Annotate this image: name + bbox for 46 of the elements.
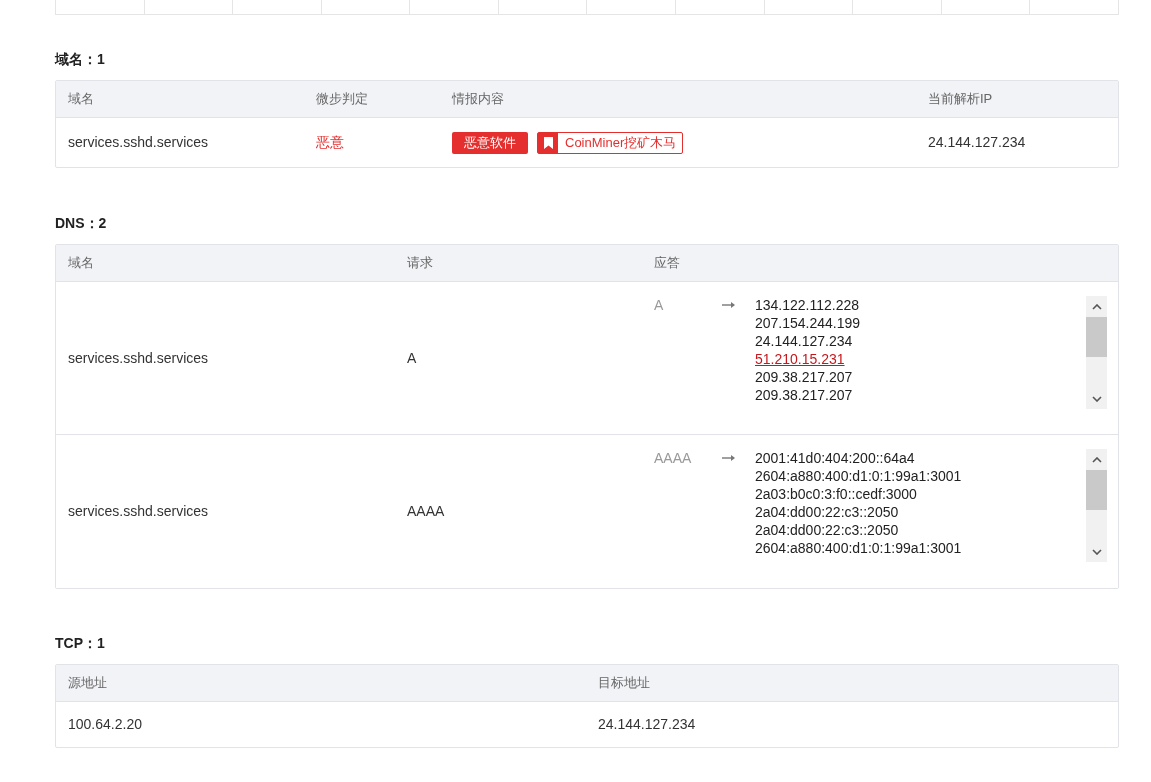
table-cell-text: services.sshd.services bbox=[68, 502, 210, 521]
table-cell-text: A bbox=[407, 348, 418, 368]
ip-text: 24.144.127.234 bbox=[755, 332, 853, 350]
record-type: AAAA bbox=[654, 449, 693, 468]
chevron-up-icon[interactable] bbox=[1091, 456, 1102, 463]
verdict-text: 恶意 bbox=[316, 133, 344, 152]
ip-text: 209.38.217.207 bbox=[755, 386, 853, 404]
table-cell-text: AAAA bbox=[407, 502, 446, 521]
column-header: 应答 bbox=[654, 254, 681, 273]
ip-text: 134.122.112.228 bbox=[755, 296, 860, 314]
ip-text: 2a04:dd00:22:c3::2050 bbox=[755, 503, 899, 521]
tag: 恶意软件 bbox=[452, 131, 528, 154]
arrow-icon bbox=[722, 301, 736, 309]
section-heading: DNS：2 bbox=[55, 214, 108, 232]
record-type: A bbox=[654, 296, 665, 315]
tag: CoinMiner挖矿木马 bbox=[537, 131, 684, 154]
arrow-icon bbox=[722, 454, 736, 462]
table-cell-text: 100.64.2.20 bbox=[68, 715, 143, 734]
section-heading: TCP：1 bbox=[55, 634, 106, 652]
table-cell-text: 24.144.127.234 bbox=[928, 133, 1027, 152]
column-header: 域名 bbox=[68, 254, 95, 273]
ip-text: 2604:a880:400:d1:0:1:99a1:3001 bbox=[755, 467, 962, 485]
table-cell-text: 24.144.127.234 bbox=[598, 715, 697, 734]
scrollbar-thumb[interactable] bbox=[1086, 317, 1107, 357]
ip-text: 209.38.217.207 bbox=[755, 368, 853, 386]
table-cell-text: services.sshd.services bbox=[68, 348, 210, 368]
section-heading: 域名：1 bbox=[55, 50, 106, 68]
ip-link[interactable]: 51.210.15.231 bbox=[755, 350, 845, 368]
chevron-down-icon[interactable] bbox=[1091, 548, 1102, 555]
chevron-up-icon[interactable] bbox=[1091, 303, 1102, 310]
column-header: 域名 bbox=[68, 90, 95, 109]
scrollbar-thumb[interactable] bbox=[1086, 470, 1107, 510]
ip-text: 2604:a880:400:d1:0:1:99a1:3001 bbox=[755, 539, 962, 557]
ip-text: 207.154.244.199 bbox=[755, 314, 861, 332]
column-header: 微步判定 bbox=[316, 90, 369, 109]
chevron-down-icon[interactable] bbox=[1091, 395, 1102, 402]
bookmark-icon bbox=[538, 132, 558, 153]
table-cell-text: services.sshd.services bbox=[68, 133, 210, 152]
ip-text: 2a04:dd00:22:c3::2050 bbox=[755, 521, 899, 539]
column-header: 源地址 bbox=[68, 674, 108, 693]
column-header: 请求 bbox=[407, 254, 434, 273]
column-header: 情报内容 bbox=[452, 90, 505, 109]
ip-text: 2001:41d0:404:200::64a4 bbox=[755, 449, 915, 467]
ip-text: 2a03:b0c0:3:f0::cedf:3000 bbox=[755, 485, 917, 503]
column-header: 当前解析IP bbox=[928, 90, 994, 109]
column-header: 目标地址 bbox=[598, 674, 651, 693]
